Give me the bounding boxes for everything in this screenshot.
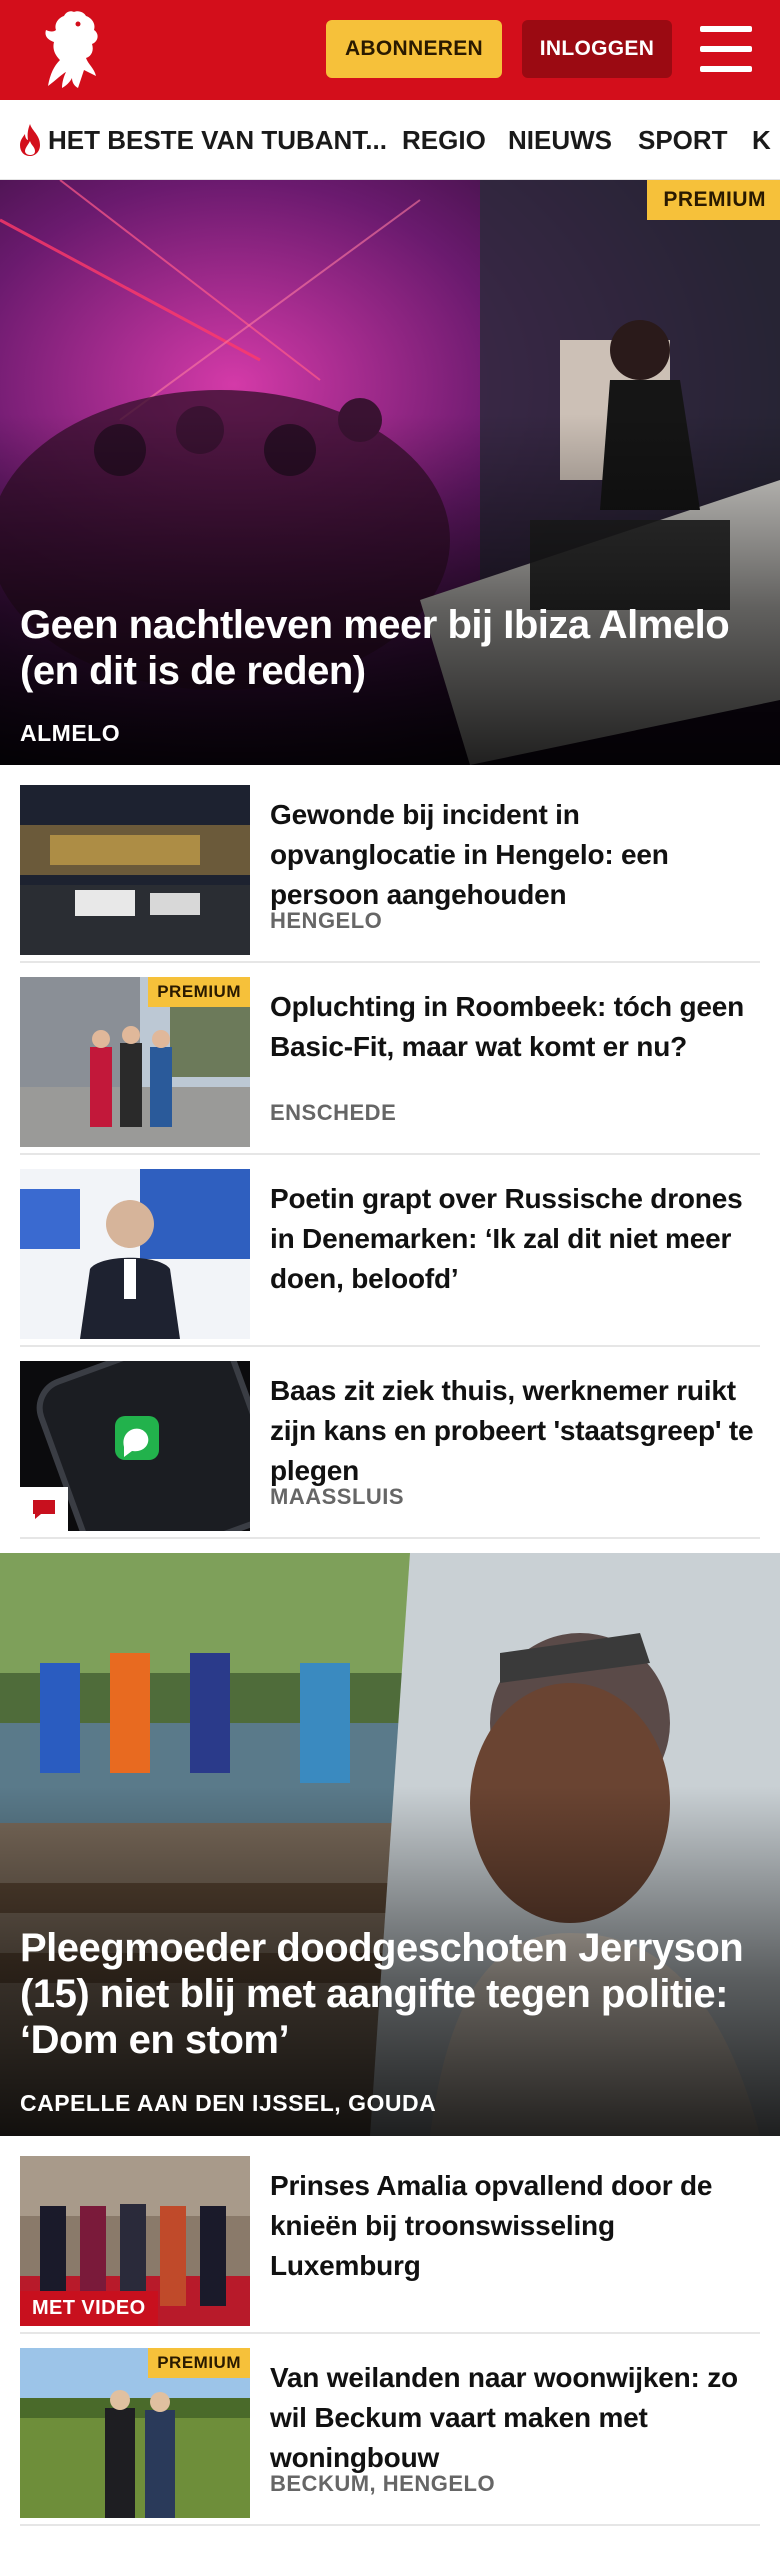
premium-badge: PREMIUM [148,2348,250,2378]
article-title[interactable]: Opluchting in Roombeek: tóch geen Basic-… [270,987,760,1067]
article-thumbnail [20,785,250,955]
article-row[interactable]: Poetin grapt over Russische drones in De… [20,1157,760,1347]
nav-label: REGIO [402,124,486,155]
nav-item-more[interactable]: K [752,100,771,179]
hero-title[interactable]: Pleegmoeder doodgeschoten Jerryson (15) … [20,1925,760,2063]
article-thumbnail: PREMIUM [20,2348,250,2518]
nav-item-best-of[interactable]: HET BESTE VAN TUBANT... [16,100,387,179]
nav-label: SPORT [638,124,728,155]
nav-item-sport[interactable]: SPORT [638,100,728,179]
nav-item-regio[interactable]: REGIO [402,100,486,179]
hero-title[interactable]: Geen nachtleven meer bij Ibiza Almelo (e… [20,602,760,694]
article-row[interactable]: MET VIDEO Prinses Amalia opvallend door … [20,2144,760,2334]
article-location: ENSCHEDE [270,1100,397,1125]
article-title[interactable]: Van weilanden naar woonwijken: zo wil Be… [270,2358,760,2478]
hero-location: CAPELLE AAN DEN IJSSEL, GOUDA [20,2090,437,2116]
article-row[interactable]: PREMIUM Opluchting in Roombeek: tóch gee… [20,965,760,1155]
nav-label: HET BESTE VAN TUBANT... [48,124,387,155]
hero-location: ALMELO [20,720,121,746]
video-badge: MET VIDEO [20,2291,158,2326]
article-title[interactable]: Poetin grapt over Russische drones in De… [270,1179,760,1299]
article-thumbnail: MET VIDEO [20,2156,250,2326]
article-title[interactable]: Baas zit ziek thuis, werknemer ruikt zij… [270,1371,760,1491]
article-title[interactable]: Gewonde bij incident in opvanglocatie in… [270,795,760,915]
hero-article-2[interactable]: Pleegmoeder doodgeschoten Jerryson (15) … [0,1553,780,2136]
article-location: BECKUM, HENGELO [270,2471,496,2496]
comment-icon [20,1487,68,1531]
premium-badge: PREMIUM [148,977,250,1007]
article-row[interactable]: Gewonde bij incident in opvanglocatie in… [20,773,760,963]
article-thumbnail [20,1169,250,1339]
subscribe-button[interactable]: ABONNEREN [326,20,502,78]
article-location: HENGELO [270,908,383,933]
section-nav: HET BESTE VAN TUBANT... REGIO NIEUWS SPO… [0,100,780,180]
nav-item-nieuws[interactable]: NIEUWS [508,100,612,179]
premium-badge: PREMIUM [647,180,780,220]
flame-icon [20,124,40,156]
article-title[interactable]: Prinses Amalia opvallend door de knieën … [270,2166,760,2286]
hero-article-1[interactable]: PREMIUM Geen nachtleven meer bij Ibiza A… [0,180,780,765]
article-location: MAASSLUIS [270,1484,405,1509]
tubantia-horse-logo[interactable] [34,8,106,92]
nav-label: NIEUWS [508,124,612,155]
nav-label: K [752,124,771,155]
article-row[interactable]: PREMIUM Van weilanden naar woonwijken: z… [20,2336,760,2526]
hamburger-menu-icon[interactable] [700,26,752,72]
hero-gradient [0,414,780,765]
login-button[interactable]: INLOGGEN [522,20,672,78]
article-thumbnail [20,1361,250,1531]
article-row[interactable]: Baas zit ziek thuis, werknemer ruikt zij… [20,1349,760,1539]
article-thumbnail: PREMIUM [20,977,250,1147]
top-bar: ABONNEREN INLOGGEN [0,0,780,100]
